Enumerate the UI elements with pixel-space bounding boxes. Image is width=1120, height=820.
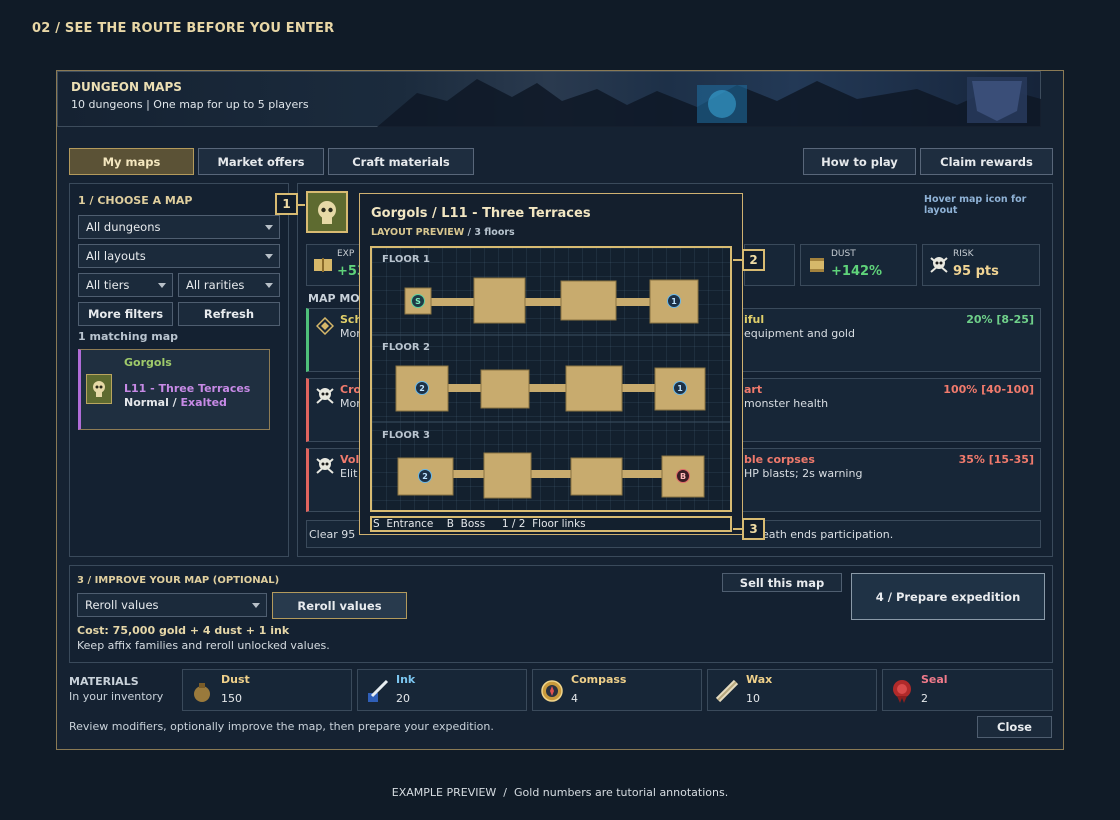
example-caption: EXAMPLE PREVIEW / Gold numbers are tutor… bbox=[391, 786, 729, 799]
callout-marker-1: 1 bbox=[275, 193, 298, 215]
callout-leaders bbox=[298, 204, 742, 530]
callout-marker-2: 2 bbox=[742, 249, 765, 271]
callout-marker-3: 3 bbox=[742, 518, 765, 540]
